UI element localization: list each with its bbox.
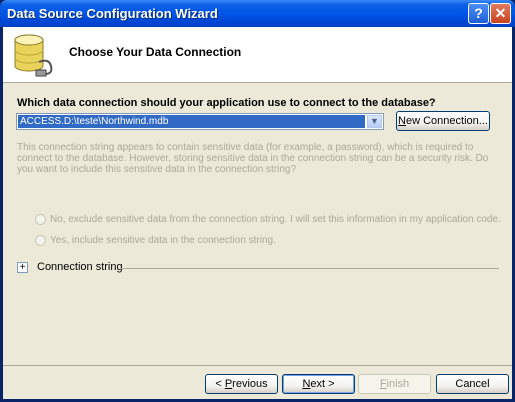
new-connection-button[interactable]: New Connection... [396, 111, 490, 131]
exclude-sensitive-radio[interactable]: No, exclude sensitive data from the conn… [35, 214, 501, 227]
help-button[interactable]: ? [468, 3, 489, 24]
wizard-window: Data Source Configuration Wizard ? ✕ Cho… [0, 0, 515, 402]
close-button[interactable]: ✕ [490, 3, 511, 24]
connection-select-value: ACCESS.D:\teste\Northwind.mdb [18, 115, 365, 128]
sensitive-data-info: This connection string appears to contai… [17, 142, 489, 175]
previous-button[interactable]: < Previous [205, 374, 278, 394]
window-title: Data Source Configuration Wizard [7, 6, 218, 21]
radio-circle-icon [35, 214, 46, 225]
next-button[interactable]: Next > [282, 374, 355, 394]
connection-question-label: Which data connection should your applic… [17, 97, 436, 109]
finish-button[interactable]: Finish [358, 374, 431, 394]
footer-divider [3, 365, 512, 366]
connection-select[interactable]: ACCESS.D:\teste\Northwind.mdb ▼ [16, 113, 384, 130]
chevron-down-icon[interactable]: ▼ [367, 115, 382, 128]
previous-prefix: < [215, 378, 225, 390]
include-sensitive-radio[interactable]: Yes, include sensitive data in the conne… [35, 235, 276, 248]
finish-label: inish [386, 378, 410, 390]
connection-string-label: Connection string [37, 261, 123, 273]
wizard-header: Choose Your Data Connection [3, 27, 512, 83]
title-bar[interactable]: Data Source Configuration Wizard ? ✕ [0, 0, 515, 27]
cancel-button[interactable]: Cancel [436, 374, 509, 394]
previous-label: revious [232, 378, 268, 390]
new-connection-accelerator: N [398, 115, 406, 127]
database-plug-icon [14, 34, 53, 77]
connection-string-expander[interactable]: + Connection string [17, 261, 499, 275]
section-divider [120, 268, 499, 269]
plus-icon[interactable]: + [17, 262, 28, 273]
finish-accelerator: F [379, 378, 387, 390]
dialog-body: Choose Your Data Connection Which data c… [3, 27, 512, 399]
include-sensitive-label: Yes, include sensitive data in the conne… [50, 235, 276, 247]
radio-circle-icon [35, 235, 46, 246]
page-title: Choose Your Data Connection [69, 45, 242, 59]
next-label: ext > [310, 378, 335, 390]
exclude-sensitive-label: No, exclude sensitive data from the conn… [50, 214, 501, 226]
new-connection-label: ew Connection... [406, 115, 488, 127]
